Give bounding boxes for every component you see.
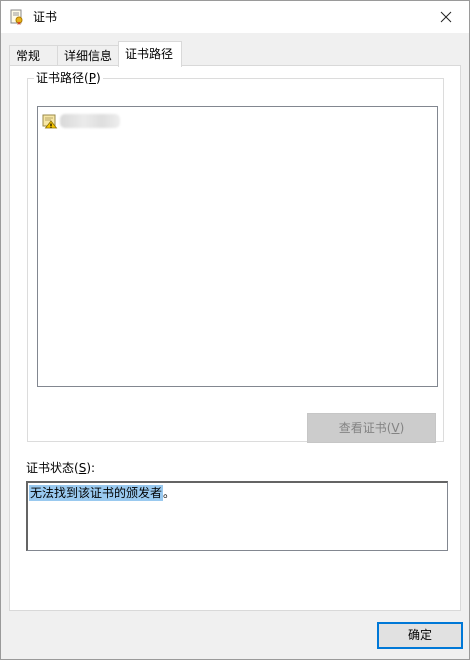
certificate-warning-icon	[42, 113, 58, 129]
window-title: 证书	[33, 10, 58, 24]
title-bar[interactable]: 证书	[1, 1, 469, 33]
cert-path-panel: 证书路径(P) 查看证书(V) 证书状态(S): 无法找到该证书的颁发者 。	[9, 65, 461, 611]
tab-cert-path[interactable]: 证书路径	[118, 41, 182, 67]
cert-path-label: 证书路径(P)	[34, 70, 103, 86]
cert-path-tree[interactable]	[37, 106, 438, 387]
certificate-icon	[9, 9, 25, 25]
certificate-name-redacted	[60, 114, 120, 128]
certificate-dialog: 证书 常规 详细信息 证书路径 证书路径(P) 查看证书(V) 证书状态(S):…	[0, 0, 470, 660]
cert-path-group: 证书路径(P) 查看证书(V)	[27, 70, 444, 443]
cert-status-text: 无法找到该证书的颁发者	[29, 485, 164, 501]
cert-status-label: 证书状态(S):	[26, 461, 96, 475]
tab-details[interactable]: 详细信息	[57, 45, 120, 66]
close-button[interactable]	[423, 1, 469, 33]
tree-item-certificate[interactable]	[42, 112, 120, 130]
cert-status-textbox[interactable]: 无法找到该证书的颁发者 。	[26, 481, 448, 551]
close-icon	[440, 11, 452, 23]
ok-button[interactable]: 确定	[377, 622, 463, 649]
view-certificate-button[interactable]: 查看证书(V)	[307, 413, 436, 443]
cert-status-period: 。	[163, 486, 176, 500]
tab-general[interactable]: 常规	[9, 45, 58, 66]
